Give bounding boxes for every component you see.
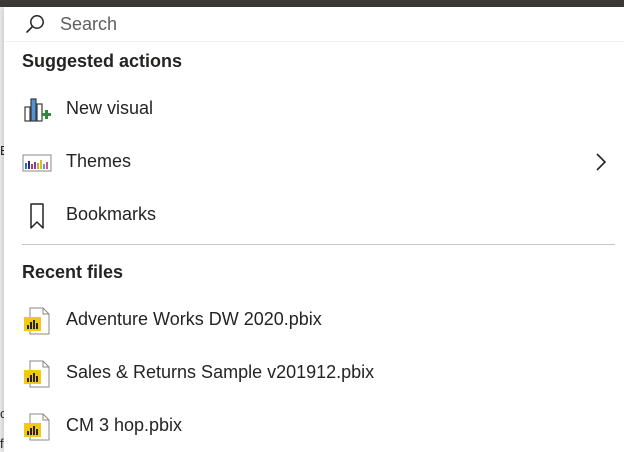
recent-file-name: Sales & Returns Sample v201912.pbix	[66, 362, 375, 382]
themes-item[interactable]: Themes	[4, 138, 624, 186]
app-top-bar	[0, 0, 624, 7]
recent-file-item[interactable]: CM 3 hop.pbix	[4, 402, 624, 450]
pbix-file-icon	[24, 413, 50, 441]
new-visual-icon	[24, 98, 51, 122]
bookmark-icon	[30, 203, 44, 229]
recent-files-heading: Recent files	[22, 262, 124, 282]
search-dropdown-panel: Suggested actions New visual Themes	[4, 7, 624, 452]
search-icon	[26, 15, 44, 33]
chevron-right-icon	[596, 153, 607, 171]
themes-label: Themes	[66, 151, 132, 171]
search-bar	[4, 7, 624, 42]
pbix-file-icon	[24, 360, 50, 388]
recent-file-item[interactable]: Sales & Returns Sample v201912.pbix	[4, 349, 624, 397]
bookmarks-label: Bookmarks	[66, 204, 157, 224]
bookmarks-item[interactable]: Bookmarks	[4, 191, 624, 239]
pbix-file-icon	[24, 307, 50, 335]
new-visual-item[interactable]: New visual	[4, 85, 624, 133]
new-visual-label: New visual	[66, 98, 154, 118]
themes-icon	[22, 154, 52, 172]
recent-file-item[interactable]: Adventure Works DW 2020.pbix	[4, 296, 624, 344]
recent-file-name: Adventure Works DW 2020.pbix	[66, 309, 322, 329]
suggested-actions-heading: Suggested actions	[22, 51, 183, 71]
search-input[interactable]	[60, 11, 600, 37]
recent-file-name: CM 3 hop.pbix	[66, 415, 183, 435]
section-divider	[22, 244, 615, 245]
